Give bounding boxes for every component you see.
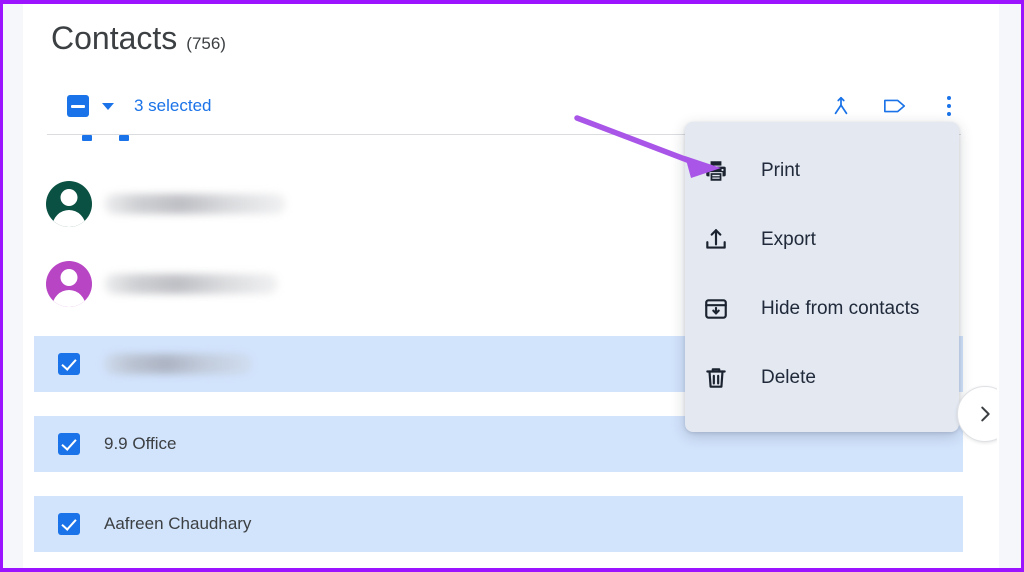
selected-count-label: 3 selected xyxy=(134,96,212,115)
hide-from-contacts-icon xyxy=(703,296,745,322)
menu-item-print[interactable]: Print xyxy=(685,136,959,205)
menu-item-delete[interactable]: Delete xyxy=(685,343,959,412)
row-leading xyxy=(34,353,104,375)
avatar xyxy=(46,181,92,227)
delete-icon xyxy=(703,365,745,391)
clipped-checkbox-fragment xyxy=(119,135,129,141)
menu-item-hide-from-contacts[interactable]: Hide from contacts xyxy=(685,274,959,343)
row-leading xyxy=(34,433,104,455)
screenshot-frame: Contacts (756) 3 selected 9.9 Office Aaf… xyxy=(0,0,1024,572)
selection-controls: 3 selected xyxy=(67,93,212,119)
contacts-count: (756) xyxy=(186,34,226,53)
page-title: Contacts xyxy=(51,20,178,56)
row-checkbox[interactable] xyxy=(58,353,80,375)
row-leading xyxy=(34,261,104,307)
row-checkbox[interactable] xyxy=(58,433,80,455)
export-icon xyxy=(703,227,745,253)
row-leading xyxy=(34,181,104,227)
avatar xyxy=(46,261,92,307)
caret-down-icon[interactable] xyxy=(95,93,121,119)
print-icon xyxy=(703,158,745,184)
clipped-checkbox-fragment xyxy=(82,135,92,141)
redacted-contact-name xyxy=(104,274,278,294)
page-header: Contacts (756) xyxy=(51,20,226,57)
chevron-right-icon xyxy=(981,406,990,422)
menu-item-label: Print xyxy=(761,159,801,181)
toolbar-actions xyxy=(827,86,963,126)
overflow-menu: Print Export Hide from contacts Delete xyxy=(685,122,959,432)
right-gutter xyxy=(999,4,1021,568)
next-page-button[interactable] xyxy=(957,386,997,442)
selection-toolbar: 3 selected xyxy=(23,86,997,126)
select-all-checkbox[interactable] xyxy=(67,95,89,117)
left-gutter xyxy=(3,4,23,568)
contact-name: Aafreen Chaudhary xyxy=(104,514,252,533)
redacted-contact-name xyxy=(104,194,286,214)
redacted-contact-name xyxy=(104,354,252,374)
table-row[interactable]: Aafreen Chaudhary xyxy=(34,496,963,552)
contact-name: 9.9 Office xyxy=(104,434,177,453)
merge-icon[interactable] xyxy=(827,92,855,120)
more-options-icon[interactable] xyxy=(935,92,963,120)
menu-item-label: Delete xyxy=(761,366,816,388)
menu-item-export[interactable]: Export xyxy=(685,205,959,274)
row-checkbox[interactable] xyxy=(58,513,80,535)
menu-item-label: Hide from contacts xyxy=(761,297,920,319)
label-icon[interactable] xyxy=(881,92,909,120)
menu-item-label: Export xyxy=(761,228,816,250)
row-leading xyxy=(34,513,104,535)
contacts-app: Contacts (756) 3 selected 9.9 Office Aaf… xyxy=(23,4,997,568)
